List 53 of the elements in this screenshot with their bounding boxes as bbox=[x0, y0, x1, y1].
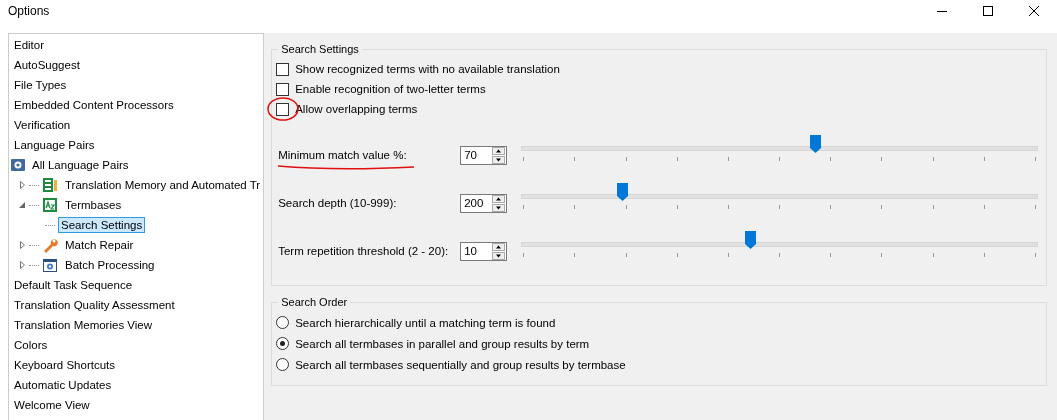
radio-button[interactable] bbox=[276, 316, 290, 329]
group-title: Search Order bbox=[280, 296, 349, 308]
checkbox[interactable] bbox=[276, 62, 290, 76]
radio-label: Search hierarchically until a matching term is found bbox=[295, 316, 556, 329]
radio-button[interactable] bbox=[276, 337, 290, 350]
close-icon[interactable] bbox=[1029, 5, 1039, 16]
tree-item[interactable]: Verification bbox=[11, 117, 74, 133]
slider-thumb[interactable] bbox=[745, 231, 757, 249]
gear-window-icon bbox=[42, 257, 58, 273]
number-spinner[interactable]: 70 bbox=[460, 145, 508, 165]
tree-item[interactable]: Editor bbox=[11, 37, 48, 53]
memory-icon bbox=[42, 177, 58, 193]
radio-label: Search all termbases in parallel and group results by term bbox=[295, 337, 590, 350]
tree-item[interactable]: Automatic Updates bbox=[11, 377, 115, 393]
tree-item[interactable]: Embedded Content Processors bbox=[11, 97, 177, 113]
tree-item[interactable]: Search Settings bbox=[58, 217, 146, 233]
checkbox[interactable] bbox=[276, 82, 290, 96]
tree-item[interactable]: Termbases bbox=[62, 197, 125, 213]
tree-item[interactable]: AutoSuggest bbox=[11, 57, 83, 73]
slider-thumb[interactable] bbox=[617, 183, 628, 201]
group-title: Search Settings bbox=[280, 43, 360, 55]
tree-item[interactable]: Welcome View bbox=[11, 397, 93, 413]
maximize-icon[interactable] bbox=[983, 5, 993, 16]
expand-icon[interactable] bbox=[19, 181, 25, 189]
checkbox-label: Enable recognition of two-letter terms bbox=[295, 83, 486, 95]
window-title: Options bbox=[8, 3, 51, 18]
number-spinner[interactable]: 10 bbox=[460, 241, 508, 261]
tree-item[interactable]: Translation Memory and Automated Tr bbox=[62, 177, 264, 193]
termbase-icon bbox=[42, 197, 58, 213]
number-spinner[interactable]: 200 bbox=[460, 193, 508, 213]
tree-item[interactable]: Batch Processing bbox=[62, 257, 158, 273]
radio-label: Search all termbases sequentially and group results by termbase bbox=[295, 358, 626, 371]
expand-icon[interactable] bbox=[19, 241, 25, 249]
field-label: Search depth (10-999): bbox=[277, 197, 398, 209]
tree-item[interactable]: Colors bbox=[11, 337, 51, 353]
tree-item[interactable]: Match Repair bbox=[62, 237, 137, 253]
wrench-icon bbox=[42, 237, 58, 253]
field-label: Term repetition threshold (2 - 20): bbox=[277, 245, 450, 257]
tree-item[interactable]: All Language Pairs bbox=[29, 157, 132, 173]
tree-item[interactable]: Translation Memories View bbox=[11, 317, 156, 333]
field-label: Minimum match value %: bbox=[277, 149, 408, 161]
checkbox-label: Show recognized terms with no available translation bbox=[295, 63, 560, 75]
tree-item[interactable]: Translation Quality Assessment bbox=[11, 297, 178, 313]
tree-item[interactable]: Default Task Sequence bbox=[11, 277, 136, 293]
radio-button[interactable] bbox=[276, 358, 290, 371]
expand-icon[interactable] bbox=[19, 261, 25, 269]
tree-item[interactable]: Keyboard Shortcuts bbox=[11, 357, 118, 373]
tree-item[interactable]: Language Pairs bbox=[11, 137, 98, 153]
collapse-icon[interactable] bbox=[19, 202, 25, 208]
globe-icon bbox=[11, 159, 25, 171]
slider-thumb[interactable] bbox=[809, 135, 821, 153]
checkbox[interactable] bbox=[276, 102, 290, 116]
tree-item[interactable]: File Types bbox=[11, 77, 70, 93]
